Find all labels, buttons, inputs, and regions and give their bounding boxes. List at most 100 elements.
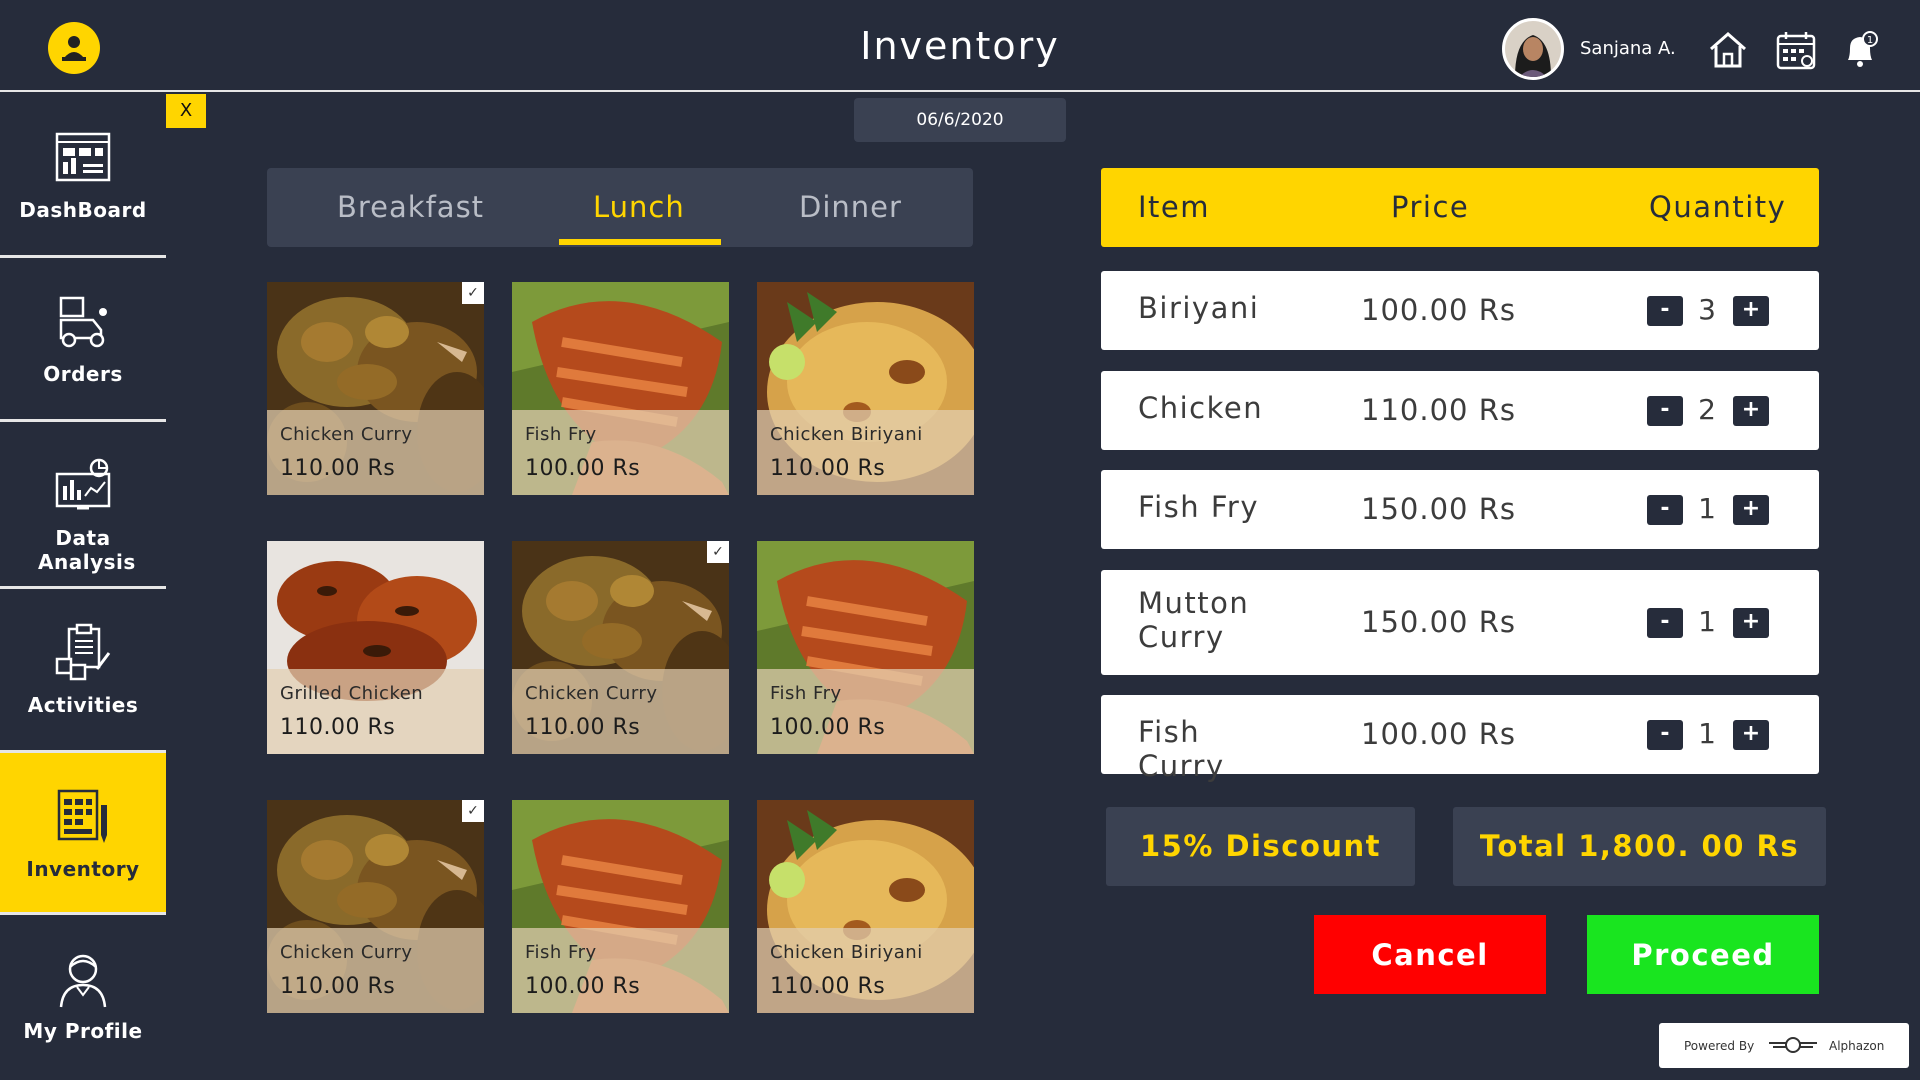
selected-check-icon[interactable]: ✓: [462, 282, 484, 304]
wings-logo-icon: [1769, 1037, 1817, 1053]
powered-by-label: Powered By: [1684, 1039, 1755, 1053]
user-name[interactable]: Sanjana A.: [1580, 38, 1676, 59]
active-tab-indicator: [559, 239, 721, 245]
order-item-price: 100.00 Rs: [1361, 292, 1516, 327]
quantity-value: 2: [1698, 392, 1716, 426]
total-box: Total 1,800. 00 Rs: [1453, 807, 1826, 886]
sidebar-item-activities[interactable]: Activities: [0, 589, 166, 753]
inventory-icon: [57, 789, 107, 843]
order-item-name: Fish Curry: [1138, 715, 1225, 783]
delivery-icon: [59, 296, 107, 348]
menu-item-name: Fish Fry: [525, 942, 597, 963]
tab-lunch[interactable]: Lunch: [593, 190, 685, 224]
svg-text:1: 1: [1867, 35, 1873, 46]
menu-item-name: Grilled Chicken: [280, 683, 424, 704]
increase-qty-button[interactable]: +: [1733, 295, 1769, 326]
increase-qty-button[interactable]: +: [1733, 719, 1769, 750]
date-display[interactable]: 06/6/2020: [854, 98, 1066, 142]
close-sidebar-button[interactable]: X: [166, 94, 206, 128]
sidebar-item-label: Inventory: [26, 857, 140, 881]
cancel-button[interactable]: Cancel: [1314, 915, 1546, 994]
decrease-qty-button[interactable]: -: [1647, 295, 1683, 326]
home-icon[interactable]: [1706, 28, 1750, 72]
sidebar-item-orders[interactable]: Orders: [0, 258, 166, 422]
increase-qty-button[interactable]: +: [1733, 494, 1769, 525]
tab-dinner[interactable]: Dinner: [799, 190, 902, 224]
card-caption-overlay: [267, 928, 484, 1013]
menu-item-name: Chicken Biriyani: [770, 942, 923, 963]
menu-item-name: Chicken Curry: [525, 683, 658, 704]
card-caption-overlay: [757, 669, 974, 754]
discount-box[interactable]: 15% Discount: [1106, 807, 1415, 886]
order-item-name: Mutton Curry: [1138, 586, 1250, 654]
menu-item-price: 110.00 Rs: [280, 715, 396, 740]
order-item-name: Chicken: [1138, 391, 1264, 425]
proceed-button[interactable]: Proceed: [1587, 915, 1819, 994]
order-row: Mutton Curry 150.00 Rs -1 +: [1101, 570, 1819, 675]
menu-item-card[interactable]: Chicken Curry 110.00 Rs ✓: [512, 541, 729, 754]
menu-item-card[interactable]: Chicken Curry 110.00 Rs ✓: [267, 282, 484, 495]
increase-qty-button[interactable]: +: [1733, 395, 1769, 426]
order-item-name: Fish Fry: [1138, 490, 1259, 524]
menu-item-card[interactable]: Grilled Chicken 110.00 Rs: [267, 541, 484, 754]
card-caption-overlay: [512, 928, 729, 1013]
menu-item-card[interactable]: Chicken Biriyani 110.00 Rs: [757, 800, 974, 1013]
menu-item-name: Chicken Biriyani: [770, 424, 923, 445]
sidebar-item-label: Orders: [43, 362, 123, 386]
sidebar-item-label: Data Analysis: [38, 526, 136, 574]
quantity-value: 1: [1698, 604, 1716, 638]
order-table-header: Item Price Quantity: [1101, 168, 1819, 247]
menu-item-card[interactable]: Fish Fry 100.00 Rs: [512, 282, 729, 495]
order-item-name: Biriyani: [1138, 291, 1260, 325]
card-caption-overlay: [512, 410, 729, 495]
meal-tabs: Breakfast Lunch Dinner: [267, 168, 973, 247]
sidebar: DashBoard Orders Data Analysis Activitie…: [0, 94, 166, 1080]
profile-icon: [59, 954, 107, 1008]
order-row: Fish Curry 100.00 Rs -1 +: [1101, 695, 1819, 783]
sidebar-item-label: Activities: [27, 693, 139, 717]
quantity-value: 1: [1698, 491, 1716, 525]
top-header: Inventory Sanjana A. 1: [0, 0, 1920, 92]
sidebar-item-my-profile[interactable]: My Profile: [0, 915, 166, 1080]
column-header-item: Item: [1138, 190, 1211, 224]
menu-item-card[interactable]: Fish Fry 100.00 Rs: [757, 541, 974, 754]
menu-item-name: Chicken Curry: [280, 942, 413, 963]
menu-item-card[interactable]: Fish Fry 100.00 Rs: [512, 800, 729, 1013]
menu-item-card[interactable]: Chicken Biriyani 110.00 Rs: [757, 282, 974, 495]
order-item-price: 150.00 Rs: [1361, 604, 1516, 639]
avatar[interactable]: [1502, 18, 1564, 80]
card-caption-overlay: [757, 928, 974, 1013]
menu-item-price: 110.00 Rs: [770, 456, 886, 481]
sidebar-item-data-analysis[interactable]: Data Analysis: [0, 422, 166, 589]
column-header-price: Price: [1391, 190, 1470, 224]
decrease-qty-button[interactable]: -: [1647, 607, 1683, 638]
menu-item-name: Fish Fry: [525, 424, 597, 445]
card-caption-overlay: [757, 410, 974, 495]
decrease-qty-button[interactable]: -: [1647, 395, 1683, 426]
powered-by-brand: Alphazon: [1829, 1039, 1885, 1053]
sidebar-item-inventory[interactable]: Inventory: [0, 753, 166, 915]
quantity-value: 3: [1698, 292, 1716, 326]
order-row: Biriyani 100.00 Rs -3 +: [1101, 271, 1819, 350]
decrease-qty-button[interactable]: -: [1647, 719, 1683, 750]
decrease-qty-button[interactable]: -: [1647, 494, 1683, 525]
powered-by-badge: Powered By Alphazon: [1659, 1023, 1909, 1068]
tab-breakfast[interactable]: Breakfast: [337, 190, 484, 224]
menu-item-card[interactable]: Chicken Curry 110.00 Rs ✓: [267, 800, 484, 1013]
order-item-price: 100.00 Rs: [1361, 716, 1516, 751]
sidebar-item-dashboard[interactable]: DashBoard: [0, 94, 166, 258]
calendar-icon[interactable]: [1774, 28, 1818, 72]
card-caption-overlay: [512, 669, 729, 754]
menu-item-price: 100.00 Rs: [525, 456, 641, 481]
increase-qty-button[interactable]: +: [1733, 607, 1769, 638]
menu-item-name: Fish Fry: [770, 683, 842, 704]
menu-item-price: 110.00 Rs: [280, 456, 396, 481]
order-item-price: 150.00 Rs: [1361, 491, 1516, 526]
dashboard-icon: [55, 132, 111, 182]
analytics-icon: [55, 458, 111, 510]
bell-icon[interactable]: 1: [1838, 28, 1882, 72]
quantity-value: 1: [1698, 716, 1716, 750]
selected-check-icon[interactable]: ✓: [462, 800, 484, 822]
order-row: Chicken 110.00 Rs -2 +: [1101, 371, 1819, 450]
selected-check-icon[interactable]: ✓: [707, 541, 729, 563]
